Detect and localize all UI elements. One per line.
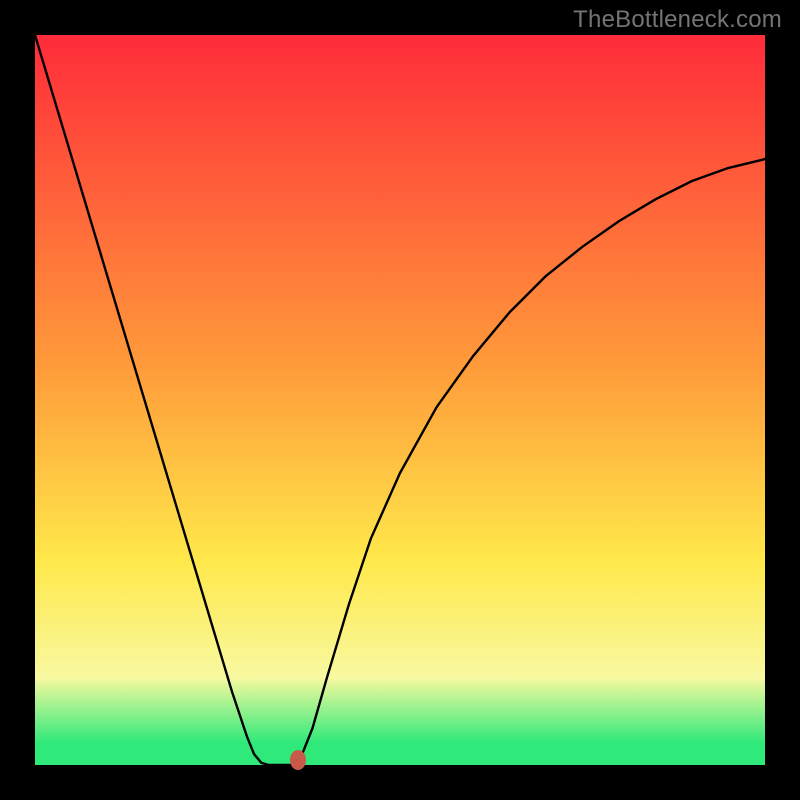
- watermark-label: TheBottleneck.com: [573, 6, 782, 34]
- bottleneck-curve: [35, 35, 765, 765]
- curve-path: [35, 35, 765, 765]
- chart-frame: TheBottleneck.com: [0, 0, 800, 800]
- minimum-marker: [290, 750, 306, 770]
- plot-area: [35, 35, 765, 765]
